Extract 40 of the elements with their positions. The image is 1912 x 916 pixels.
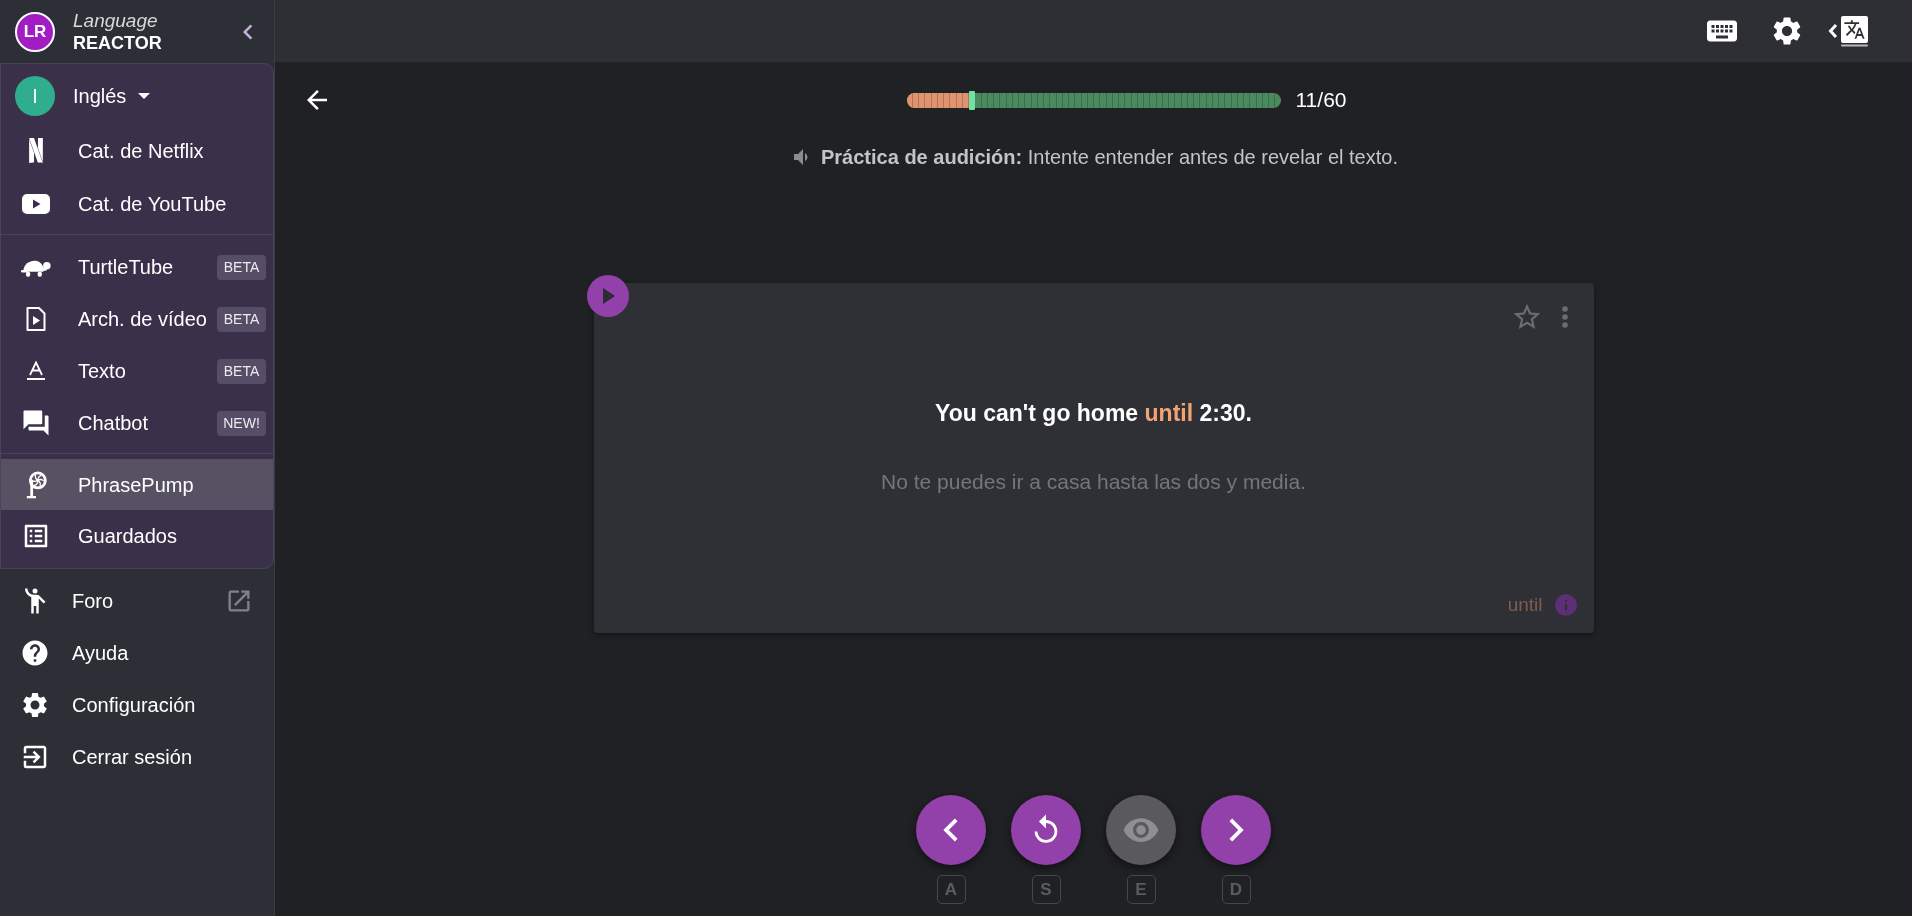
caret-down-icon — [138, 93, 151, 99]
menu-item[interactable]: Arch. de vídeo BETA — [1, 293, 273, 345]
sidebar-link[interactable]: Configuración — [0, 679, 274, 731]
language-avatar: I — [15, 76, 55, 116]
feature-badge: BETA — [217, 306, 266, 332]
chat-bubbles-icon — [21, 408, 51, 438]
menu-item[interactable]: PhrasePump — [1, 459, 273, 510]
shortcut-key: S — [1031, 875, 1061, 904]
sidebar-link[interactable]: Cerrar sesión — [0, 731, 274, 783]
n-logo-icon — [29, 138, 43, 163]
keyword-text: until — [1507, 592, 1543, 617]
video-file-icon — [26, 307, 46, 331]
video-play-icon — [22, 193, 50, 214]
feature-badge: BETA — [217, 358, 266, 384]
menu-item[interactable]: Cat. de Netflix — [1, 124, 273, 177]
sidebar-link[interactable]: Foro — [0, 575, 274, 627]
shortcut-key: E — [1126, 875, 1156, 904]
sidebar-link[interactable]: Ayuda — [0, 627, 274, 679]
more-options-icon[interactable] — [1561, 306, 1568, 328]
menu-item[interactable]: Chatbot NEW! — [1, 397, 273, 449]
listening-hint: Práctica de audición: Intente entender antes de revelar el texto. — [821, 145, 1398, 170]
language-selector[interactable]: I Inglés — [1, 68, 273, 124]
text-format-icon — [26, 361, 46, 381]
menu-item[interactable]: Guardados — [1, 510, 273, 561]
sentence-text: You can't go home until 2:30. — [934, 399, 1253, 428]
shortcut-key: A — [936, 875, 966, 904]
brand-name: REACTOR — [73, 31, 162, 54]
feature-badge: NEW! — [217, 410, 266, 436]
translate-book-icon[interactable] — [1826, 14, 1870, 48]
menu-item[interactable]: Cat. de YouTube — [1, 177, 273, 230]
menu-item[interactable]: TurtleTube BETA — [1, 241, 273, 293]
feature-badge: BETA — [217, 254, 266, 280]
menu-item[interactable]: Texto BETA — [1, 345, 273, 397]
play-icon[interactable] — [586, 275, 629, 317]
shortcut-key: D — [1221, 875, 1251, 904]
progress-count: 11/60 — [1295, 87, 1347, 114]
translation-text: No te puedes ir a casa hasta las dos y media. — [880, 469, 1307, 495]
app-logo[interactable]: LR — [15, 11, 55, 52]
brand-name: Language — [73, 9, 159, 32]
fan-icon — [25, 470, 47, 499]
